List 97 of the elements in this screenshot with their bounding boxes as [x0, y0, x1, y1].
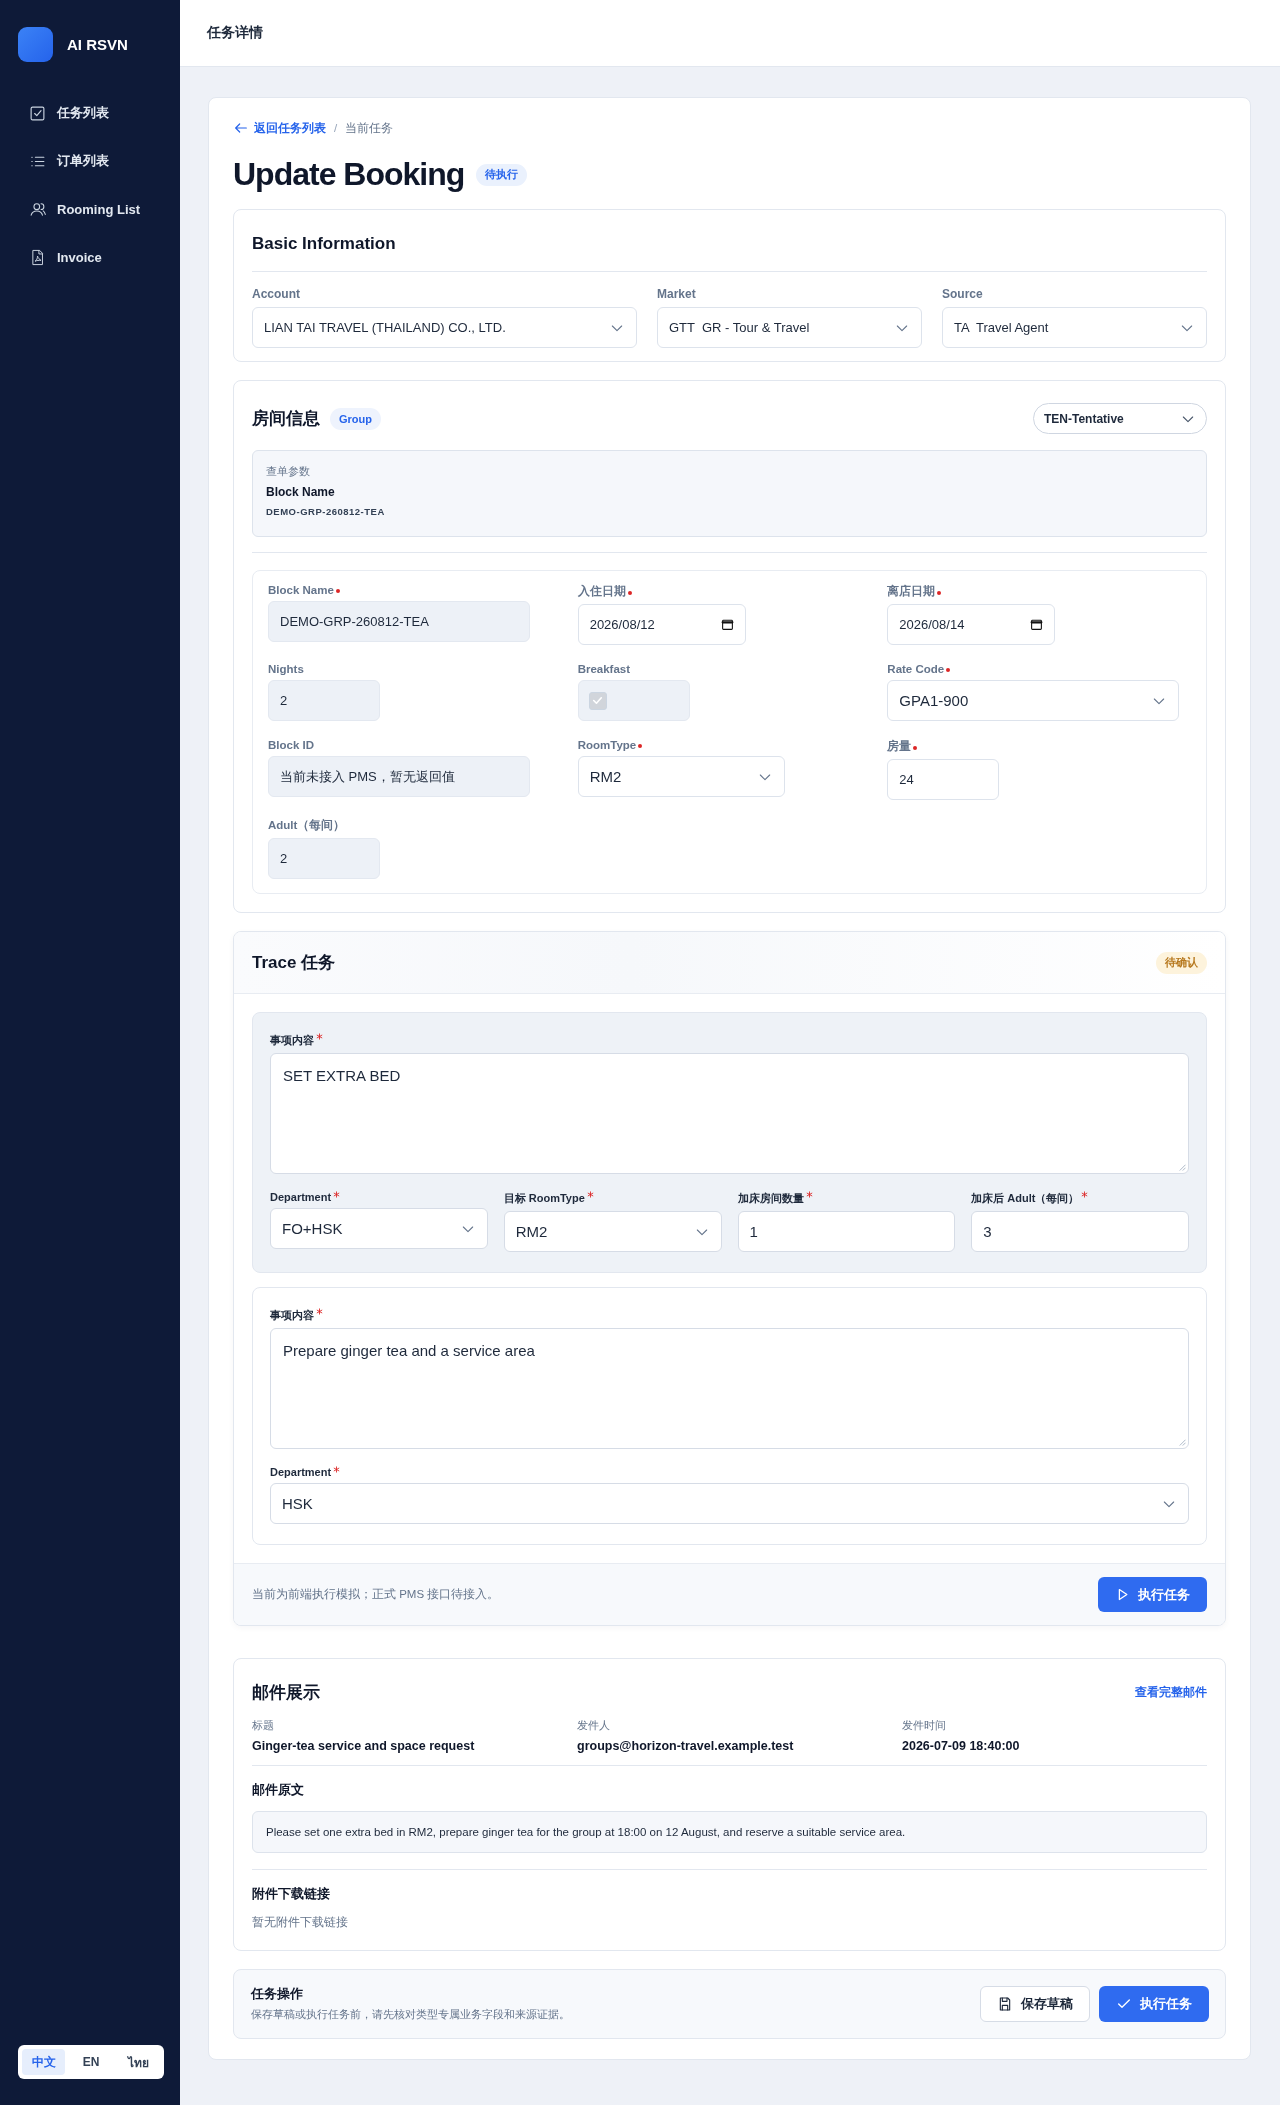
view-full-email-link[interactable]: 查看完整邮件	[1135, 1685, 1207, 1700]
sidebar-item[interactable]: 任务列表	[29, 102, 109, 124]
page-header-title: 任务详情	[207, 24, 263, 42]
text-area[interactable]: Prepare ginger tea and a service area	[270, 1328, 1189, 1449]
sidebar-item[interactable]: Invoice	[29, 246, 102, 268]
field-label: Breakfast	[577, 663, 632, 675]
brand-name: AI RSVN	[67, 36, 128, 53]
required-dot-icon	[627, 590, 632, 595]
sidebar-item[interactable]: Rooming List	[29, 198, 141, 220]
panel-title: 任务操作	[251, 1986, 304, 2003]
field-label: RoomType	[577, 739, 882, 751]
execute-button[interactable]: 执行任务	[1098, 1577, 1207, 1612]
text-area[interactable]: SET EXTRA BED	[270, 1053, 1189, 1174]
users-icon	[29, 200, 46, 218]
footer-note: 当前为前端执行模拟；正式 PMS 接口待接入。	[252, 1587, 500, 1602]
field-label: 房量	[887, 739, 1191, 754]
back-link[interactable]: 返回任务列表	[233, 120, 326, 136]
section-title: Trace 任务	[252, 952, 336, 974]
text-field[interactable]: 1	[737, 1211, 956, 1252]
required-asterisk-icon	[333, 1191, 341, 1198]
select-field[interactable]: LIAN TAI TRAVEL (THAILAND) CO., LTD.	[252, 307, 637, 348]
status-badge: 待执行	[476, 163, 528, 186]
required-asterisk-icon	[1081, 1191, 1089, 1198]
panel-value: DEMO-GRP-260812-TEA	[266, 506, 386, 517]
page-title: Update Booking	[233, 156, 465, 193]
required-asterisk-icon	[316, 1033, 323, 1040]
meta-label: 发件时间	[902, 1718, 947, 1733]
field-label: Account	[252, 287, 301, 301]
field-label: 入住日期	[577, 584, 882, 599]
meta-value: groups@horizon-travel.example.test	[577, 1739, 795, 1753]
panel-hint: 保存草稿或执行任务前，请先核对类型专属业务字段和来源证据。	[251, 2008, 570, 2022]
select-field[interactable]: RM2	[503, 1211, 722, 1252]
meta-label: 标题	[252, 1718, 275, 1733]
field-label: 加床后 Adult（每间）	[971, 1191, 1189, 1206]
field-label: Source	[942, 287, 984, 301]
meta-label: 发件人	[577, 1718, 611, 1733]
date-field[interactable]: 2026/08/14	[887, 604, 1056, 645]
save-icon	[997, 1996, 1013, 2012]
resize-grip-icon	[1177, 1437, 1186, 1446]
resize-grip-icon	[1177, 1162, 1186, 1171]
section-title: 邮件展示	[252, 1682, 320, 1704]
select-field[interactable]: HSK	[270, 1483, 1189, 1524]
required-asterisk-icon	[586, 1191, 594, 1198]
required-dot-icon	[946, 668, 951, 672]
sidebar-item[interactable]: 订单列表	[29, 150, 109, 172]
required-asterisk-icon	[316, 1308, 323, 1315]
subsection-title: 附件下载链接	[252, 1886, 331, 1903]
save-draft-button[interactable]: 保存草稿	[980, 1986, 1090, 2022]
required-dot-icon	[335, 589, 340, 593]
execute-button[interactable]: 执行任务	[1099, 1986, 1209, 2022]
select-field[interactable]: FO+HSK	[270, 1208, 488, 1249]
required-asterisk-icon	[333, 1466, 341, 1473]
section-title: 房间信息	[252, 408, 320, 430]
status-badge: 待确认	[1156, 951, 1207, 974]
breadcrumb-current: 当前任务	[345, 120, 394, 136]
meta-value: Ginger-tea service and space request	[252, 1739, 476, 1753]
required-dot-icon	[913, 745, 918, 750]
field-label: Adult（每间）	[268, 818, 347, 833]
calendar-icon	[1030, 618, 1044, 631]
empty-text: 暂无附件下载链接	[252, 1915, 349, 1930]
field-label: 加床房间数量	[737, 1191, 956, 1206]
text-field[interactable]: 24	[887, 759, 1000, 800]
field-label: Rate Code	[887, 663, 1191, 675]
field-label: 事项内容	[270, 1308, 1189, 1323]
select-field[interactable]: TA Travel Agent	[942, 307, 1207, 348]
field-label: Department	[270, 1191, 488, 1203]
checkbox-icon	[29, 104, 46, 122]
panel-label: Block Name	[266, 485, 336, 499]
language-tab[interactable]: 中文	[22, 2049, 66, 2075]
select-field[interactable]: RM2	[577, 756, 785, 797]
email-body: Please set one extra bed in RM2, prepare ginger tea for the group at 18:00 on 12 August, and reserve a suitable service area.	[252, 1811, 1207, 1853]
field-label: Block Name	[268, 584, 572, 596]
field-label: 离店日期	[887, 584, 1191, 599]
calendar-icon	[720, 618, 734, 631]
section-title: Basic Information	[252, 234, 397, 254]
subsection-title: 邮件原文	[252, 1782, 305, 1799]
type-badge: Group	[330, 407, 381, 430]
text-field[interactable]: 3	[971, 1211, 1189, 1252]
panel-caption: 查单参数	[266, 464, 311, 479]
field-label: Nights	[268, 663, 305, 675]
required-dot-icon	[937, 590, 942, 595]
field-label: Department	[270, 1466, 1189, 1478]
app-logo	[18, 27, 53, 62]
breadcrumb-separator: /	[334, 122, 338, 134]
field-label: Market	[657, 287, 697, 301]
select-field[interactable]: GTT GR - Tour & Travel	[657, 307, 922, 348]
field-label: 目标 RoomType	[503, 1191, 722, 1206]
required-dot-icon	[638, 744, 643, 748]
meta-value: 2026-07-09 18:40:00	[902, 1739, 1021, 1753]
language-tab[interactable]: ไทย	[116, 2049, 160, 2075]
date-field[interactable]: 2026/08/12	[577, 604, 746, 645]
field-label: Block ID	[268, 739, 315, 751]
select-field[interactable]: GPA1-900	[887, 680, 1180, 721]
field-label: 事项内容	[270, 1033, 1189, 1048]
required-asterisk-icon	[805, 1191, 813, 1198]
language-tab[interactable]: EN	[69, 2049, 113, 2075]
arrow-left-icon	[233, 120, 249, 136]
